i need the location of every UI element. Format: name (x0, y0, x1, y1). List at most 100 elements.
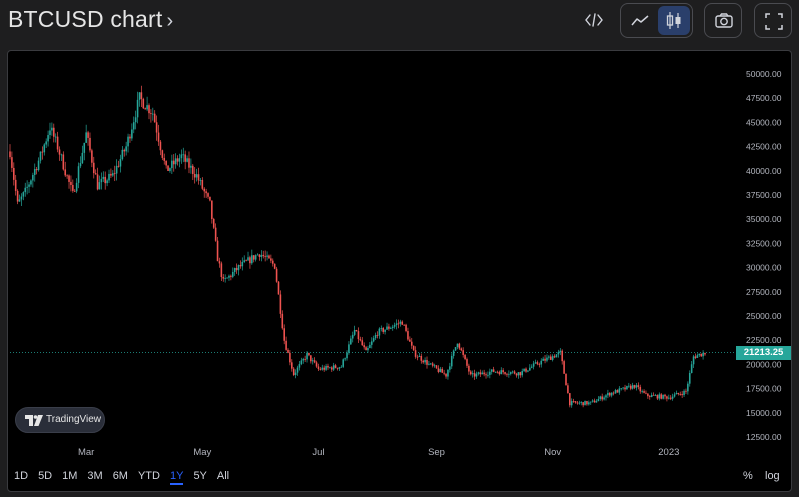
candle-body (555, 354, 558, 358)
candle-body (49, 130, 51, 136)
candle-body (85, 132, 87, 143)
candle-body (367, 348, 369, 351)
candlestick-chart[interactable]: 50000.00 47500.00 45000.00 42500.00 40000.00… (8, 51, 791, 491)
candle-body (311, 360, 314, 362)
candle-body (439, 368, 442, 372)
candle-body (172, 160, 175, 165)
line-style-button[interactable] (623, 6, 656, 35)
candle-body (100, 178, 103, 183)
candle-body (412, 345, 415, 351)
candle-body (271, 260, 274, 264)
range-button-5d[interactable]: 5D (38, 470, 52, 482)
candle-body (612, 392, 615, 394)
candle-body (481, 372, 484, 375)
candle-body (197, 174, 200, 181)
y-tick-label: 30000.00 (746, 263, 782, 273)
candle-body (39, 151, 42, 161)
range-button-5y[interactable]: 5Y (193, 470, 206, 482)
candle-body (452, 350, 455, 356)
candle-body (203, 188, 206, 192)
candle-body (117, 165, 120, 167)
candle-body (54, 136, 57, 138)
embed-code-button[interactable] (579, 3, 609, 38)
candle-body (119, 159, 122, 167)
fullscreen-button[interactable] (754, 3, 792, 38)
candle-body (186, 158, 188, 162)
candle-body (372, 338, 375, 342)
candle-body (479, 372, 482, 375)
range-button-all[interactable]: All (217, 470, 229, 482)
log-toggle[interactable]: log (765, 470, 780, 482)
candle-body (79, 163, 82, 167)
candle-body (155, 122, 158, 133)
range-button-1y[interactable]: 1Y (169, 470, 184, 485)
candle-body (582, 402, 584, 406)
y-tick-label: 25000.00 (746, 311, 782, 321)
candle-body (239, 265, 242, 267)
chart-title[interactable]: BTCUSD chart › (8, 6, 173, 33)
candle-body (538, 364, 541, 365)
candle-style-button[interactable] (658, 6, 690, 35)
candle-body (422, 360, 424, 363)
candle-body (28, 184, 30, 187)
candle-body (399, 321, 402, 324)
range-button-6m[interactable]: 6M (113, 470, 128, 482)
candle-body (597, 398, 600, 402)
candle-body (237, 265, 240, 271)
candle-body (247, 257, 249, 261)
y-tick-label: 32500.00 (746, 238, 782, 248)
tradingview-watermark[interactable]: TradingView (15, 407, 105, 433)
x-tick-label: Jul (312, 447, 324, 458)
candle-body (96, 174, 99, 190)
candle-body (43, 144, 46, 153)
candle-body (273, 263, 276, 269)
y-tick-label: 47500.00 (746, 93, 782, 103)
candle-body (549, 356, 552, 360)
range-button-1m[interactable]: 1M (62, 470, 77, 482)
x-tick-label: Sep (428, 447, 445, 458)
candle-body (47, 135, 49, 142)
chart-panel[interactable]: 50000.00 47500.00 45000.00 42500.00 40000.00… (7, 50, 792, 492)
candle-body (321, 367, 324, 370)
candle-body (254, 255, 257, 260)
candle-body (73, 190, 76, 192)
candle-body (121, 149, 124, 160)
percent-toggle[interactable]: % (743, 470, 753, 482)
candle-body (241, 261, 244, 267)
candle-body (226, 277, 228, 279)
candle-body (211, 200, 213, 219)
candle-body (212, 218, 215, 228)
candle-body (319, 369, 322, 370)
range-button-ytd[interactable]: YTD (138, 470, 160, 482)
candle-body (129, 136, 131, 139)
candle-body (153, 113, 156, 123)
candle-body (110, 173, 112, 176)
candle-body (647, 393, 649, 397)
candle-body (561, 350, 563, 362)
y-tick-label: 12500.00 (746, 432, 782, 442)
y-tick-label: 40000.00 (746, 166, 782, 176)
candle-body (298, 364, 301, 368)
candle-body (645, 392, 647, 394)
y-tick-label: 37500.00 (746, 190, 782, 200)
range-button-1d[interactable]: 1D (14, 470, 28, 482)
candle-body (445, 373, 447, 377)
candle-body (593, 400, 596, 403)
candle-body (648, 396, 651, 397)
candle-body (477, 372, 480, 374)
candle-body (521, 371, 524, 376)
snapshot-button[interactable] (704, 3, 742, 38)
candle-body (336, 367, 339, 369)
candle-body (310, 355, 312, 362)
candle-body (243, 260, 246, 262)
candle-body (291, 362, 293, 369)
candle-body (313, 360, 316, 363)
candle-body (654, 395, 657, 396)
candle-body (294, 372, 297, 376)
candle-body (668, 397, 670, 399)
candle-body (622, 387, 624, 389)
candle-body (698, 353, 701, 356)
range-button-3m[interactable]: 3M (87, 470, 102, 482)
candle-body (258, 254, 261, 257)
candle-body (671, 396, 674, 399)
